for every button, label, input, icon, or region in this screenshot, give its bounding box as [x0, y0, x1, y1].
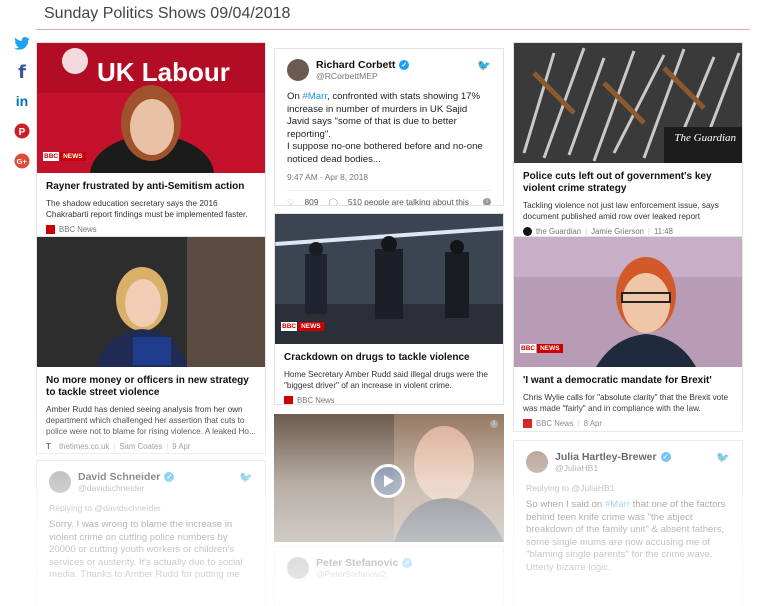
linkedin-icon[interactable]: in	[11, 90, 33, 112]
verified-icon: ✓	[399, 60, 410, 70]
tweet-timestamp[interactable]: 9:47 AM - Apr 8, 2018	[287, 172, 491, 182]
article-description: Tackling violence not just law enforceme…	[523, 201, 719, 221]
tweet-body: Sorry. I was wrong to blame the increase…	[49, 519, 243, 580]
article-image	[37, 237, 265, 367]
article-title[interactable]: No more money or officers in new strateg…	[37, 375, 265, 399]
verified-icon: ✓	[660, 452, 671, 462]
twitter-bird-icon[interactable]: 🐦	[716, 451, 730, 464]
news-card-brexit[interactable]: BBC NEWS 'I want a democratic mandate for…	[513, 236, 743, 432]
news-card-police-cuts[interactable]: The Guardian Police cuts left out of gov…	[513, 42, 743, 237]
facebook-icon[interactable]: f	[11, 61, 33, 83]
news-card-amber-rudd[interactable]: No more money or officers in new strateg…	[36, 236, 266, 454]
article-description: Amber Rudd has denied seeing analysis fr…	[46, 405, 256, 436]
svg-text:P: P	[19, 127, 26, 138]
bbc-logo-icon	[46, 225, 55, 234]
bbc-news-badge: BBC NEWS	[520, 344, 563, 353]
news-card-crackdown[interactable]: BBC NEWS Crackdown on drugs to tackle vio…	[274, 213, 504, 405]
tweet-card-stefanovic[interactable]: Peter Stefanovic ✓ @PeterStefanovi2	[274, 546, 504, 606]
tweet-author-name[interactable]: David Schneider	[78, 471, 160, 483]
uk-labour-banner: UK Labour	[97, 57, 230, 87]
bbc-logo-icon	[523, 419, 532, 428]
tweet-reply-to: Replying to @JuliaHB1	[526, 483, 615, 493]
article-image: UK Labour BBC NEWS	[37, 43, 265, 173]
tweet-actions: ♡ 809 ◯ 510 people are talking about thi…	[287, 190, 491, 206]
tweet-handle[interactable]: @davidschneider	[78, 483, 174, 493]
bbc-news-badge: BBC NEWS	[281, 322, 324, 331]
pinterest-icon[interactable]: P	[11, 120, 33, 142]
hashtag-link[interactable]: #Marr	[302, 91, 327, 102]
tweet-reply-to: Replying to @davidschneider	[49, 503, 161, 513]
svg-text:G+: G+	[16, 157, 27, 166]
bbc-news-badge: BBC NEWS	[43, 152, 86, 161]
like-icon[interactable]: ♡	[287, 197, 295, 205]
like-count: 809	[304, 197, 319, 206]
article-description: Chris Wylie calls for "absolute clarity"…	[523, 393, 729, 413]
tweet-card-corbett[interactable]: Richard Corbett ✓ @RCorbettMEP 🐦 On #Marr…	[274, 48, 504, 206]
article-image: The Guardian	[514, 43, 742, 163]
verified-icon: ✓	[164, 472, 175, 482]
title-divider	[36, 29, 750, 30]
tweet-handle[interactable]: @JuliaHB1	[555, 463, 671, 473]
article-image: BBC NEWS	[514, 237, 742, 367]
tweet-handle[interactable]: @RCorbettMEP	[316, 71, 409, 81]
article-title[interactable]: Police cuts left out of government's key…	[514, 171, 742, 195]
article-source: BBC News	[37, 225, 265, 234]
twitter-bird-icon[interactable]: 🐦	[477, 59, 491, 72]
tweet-card-schneider[interactable]: David Schneider ✓ @davidschneider 🐦 Reply…	[36, 460, 266, 606]
twitter-icon[interactable]	[11, 32, 33, 54]
talking-count[interactable]: 510 people are talking about this	[348, 197, 469, 205]
news-card-rayner[interactable]: UK Labour BBC NEWS Rayner frustrated by a…	[36, 42, 266, 237]
article-source: BBC News	[275, 396, 503, 404]
tweet-author-name[interactable]: Richard Corbett	[316, 59, 395, 71]
article-description: Home Secretary Amber Rudd said illegal d…	[284, 370, 488, 390]
video-card-marr[interactable]: i	[274, 414, 504, 542]
info-icon[interactable]: i	[490, 420, 498, 428]
article-source: the Guardian | Jamie Grierson | 11:48	[514, 227, 742, 236]
page-title: Sunday Politics Shows 09/04/2018	[44, 5, 291, 22]
article-description: The shadow education secretary says the …	[46, 199, 248, 219]
article-image: BBC NEWS	[275, 214, 503, 344]
article-title[interactable]: Rayner frustrated by anti-Semitism actio…	[37, 181, 265, 193]
play-button[interactable]	[371, 464, 405, 498]
tweet-card-hartley-brewer[interactable]: Julia Hartley-Brewer ✓ @JuliaHB1 🐦 Replyi…	[513, 440, 743, 606]
article-title[interactable]: 'I want a democratic mandate for Brexit'	[514, 375, 742, 387]
hashtag-link[interactable]: #Marr	[605, 499, 630, 510]
article-source: BBC News | 8 Apr	[514, 419, 742, 428]
guardian-logo: The Guardian	[674, 132, 736, 144]
verified-icon: ✓	[402, 558, 413, 568]
tweet-body: On #Marr, confronted with stats showing …	[287, 91, 483, 165]
tweet-body: So when I said on #Marr that one of the …	[526, 499, 726, 573]
bbc-logo-icon	[284, 396, 293, 404]
avatar[interactable]	[526, 451, 548, 473]
tweet-handle[interactable]: @PeterStefanovi2	[316, 569, 412, 579]
article-source: T thetimes.co.uk | Sam Coates | 9 Apr	[46, 442, 191, 451]
comment-icon[interactable]: ◯	[329, 197, 338, 205]
avatar[interactable]	[287, 557, 309, 579]
avatar[interactable]	[49, 471, 71, 493]
article-title[interactable]: Crackdown on drugs to tackle violence	[275, 352, 503, 364]
twitter-bird-icon[interactable]: 🐦	[239, 471, 253, 484]
avatar[interactable]	[287, 59, 309, 81]
play-icon	[384, 475, 394, 487]
times-logo-icon: T	[46, 442, 51, 451]
guardian-logo-icon	[523, 227, 532, 236]
google-plus-icon[interactable]: G+	[11, 150, 33, 172]
tweet-author-name[interactable]: Peter Stefanovic	[316, 557, 398, 569]
info-icon[interactable]: i	[483, 198, 491, 205]
tweet-author-name[interactable]: Julia Hartley-Brewer	[555, 451, 657, 463]
